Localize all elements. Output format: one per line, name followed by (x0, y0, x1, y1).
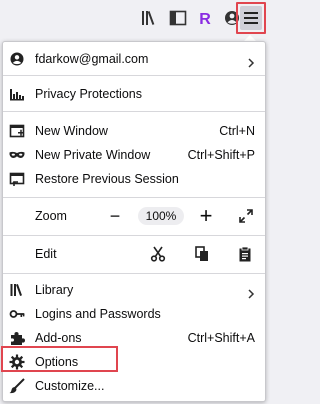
new-window-icon (9, 123, 25, 139)
svg-text:R: R (199, 11, 211, 28)
menu-item-privacy-protections[interactable]: Privacy Protections (3, 82, 265, 106)
separator (3, 111, 265, 112)
menu-item-restore-session[interactable]: Restore Previous Session (3, 167, 265, 191)
logins-label: Logins and Passwords (35, 307, 161, 321)
private-mask-icon (9, 147, 25, 163)
menu-item-new-window[interactable]: New Window Ctrl+N (3, 119, 265, 143)
extension-r-icon[interactable]: R (193, 6, 217, 30)
account-email: fdarkow@gmail.com (35, 52, 149, 66)
puzzle-piece-icon (9, 330, 25, 346)
restore-session-label: Restore Previous Session (35, 172, 179, 186)
copy-icon[interactable] (194, 246, 210, 262)
chevron-right-icon (245, 53, 257, 68)
toolbar: R (0, 0, 269, 36)
edit-label: Edit (35, 247, 57, 261)
menu-item-account[interactable]: fdarkow@gmail.com (3, 47, 265, 71)
paste-icon[interactable] (237, 246, 253, 262)
menu-item-customize[interactable]: Customize... (3, 374, 265, 398)
key-icon (9, 306, 25, 322)
account-icon (9, 51, 25, 67)
zoom-label: Zoom (35, 209, 67, 223)
zoom-in-button[interactable]: + (197, 203, 215, 229)
customize-label: Customize... (35, 379, 105, 393)
separator (3, 197, 265, 198)
options-highlight (1, 346, 118, 372)
new-window-shortcut: Ctrl+N (219, 124, 255, 138)
menu-item-new-private-window[interactable]: New Private Window Ctrl+Shift+P (3, 143, 265, 167)
menu-item-zoom: Zoom − 100% + (3, 203, 265, 229)
reader-view-icon[interactable] (166, 6, 190, 30)
add-ons-shortcut: Ctrl+Shift+A (187, 331, 255, 345)
menu-item-logins-and-passwords[interactable]: Logins and Passwords (3, 302, 265, 326)
zoom-reset-button[interactable]: 100% (138, 207, 184, 225)
library-label: Library (35, 283, 74, 297)
zoom-out-button[interactable]: − (107, 203, 123, 229)
fullscreen-icon[interactable] (238, 208, 254, 224)
chart-bars-icon (9, 86, 25, 102)
menu-item-edit: Edit (3, 241, 265, 267)
menu-item-library[interactable]: Library (3, 278, 265, 302)
menu-button-highlight (236, 2, 266, 34)
separator (3, 235, 265, 236)
paintbrush-icon (9, 378, 25, 394)
cut-icon[interactable] (150, 246, 166, 262)
chevron-right-icon (245, 284, 257, 299)
library-icon (9, 282, 25, 298)
privacy-protections-label: Privacy Protections (35, 87, 142, 101)
new-private-window-shortcut: Ctrl+Shift+P (187, 148, 255, 162)
library-icon[interactable] (138, 6, 162, 30)
restore-session-icon (9, 171, 25, 187)
new-private-window-label: New Private Window (35, 148, 151, 162)
separator (3, 273, 265, 274)
new-window-label: New Window (35, 124, 108, 138)
separator (3, 75, 265, 76)
